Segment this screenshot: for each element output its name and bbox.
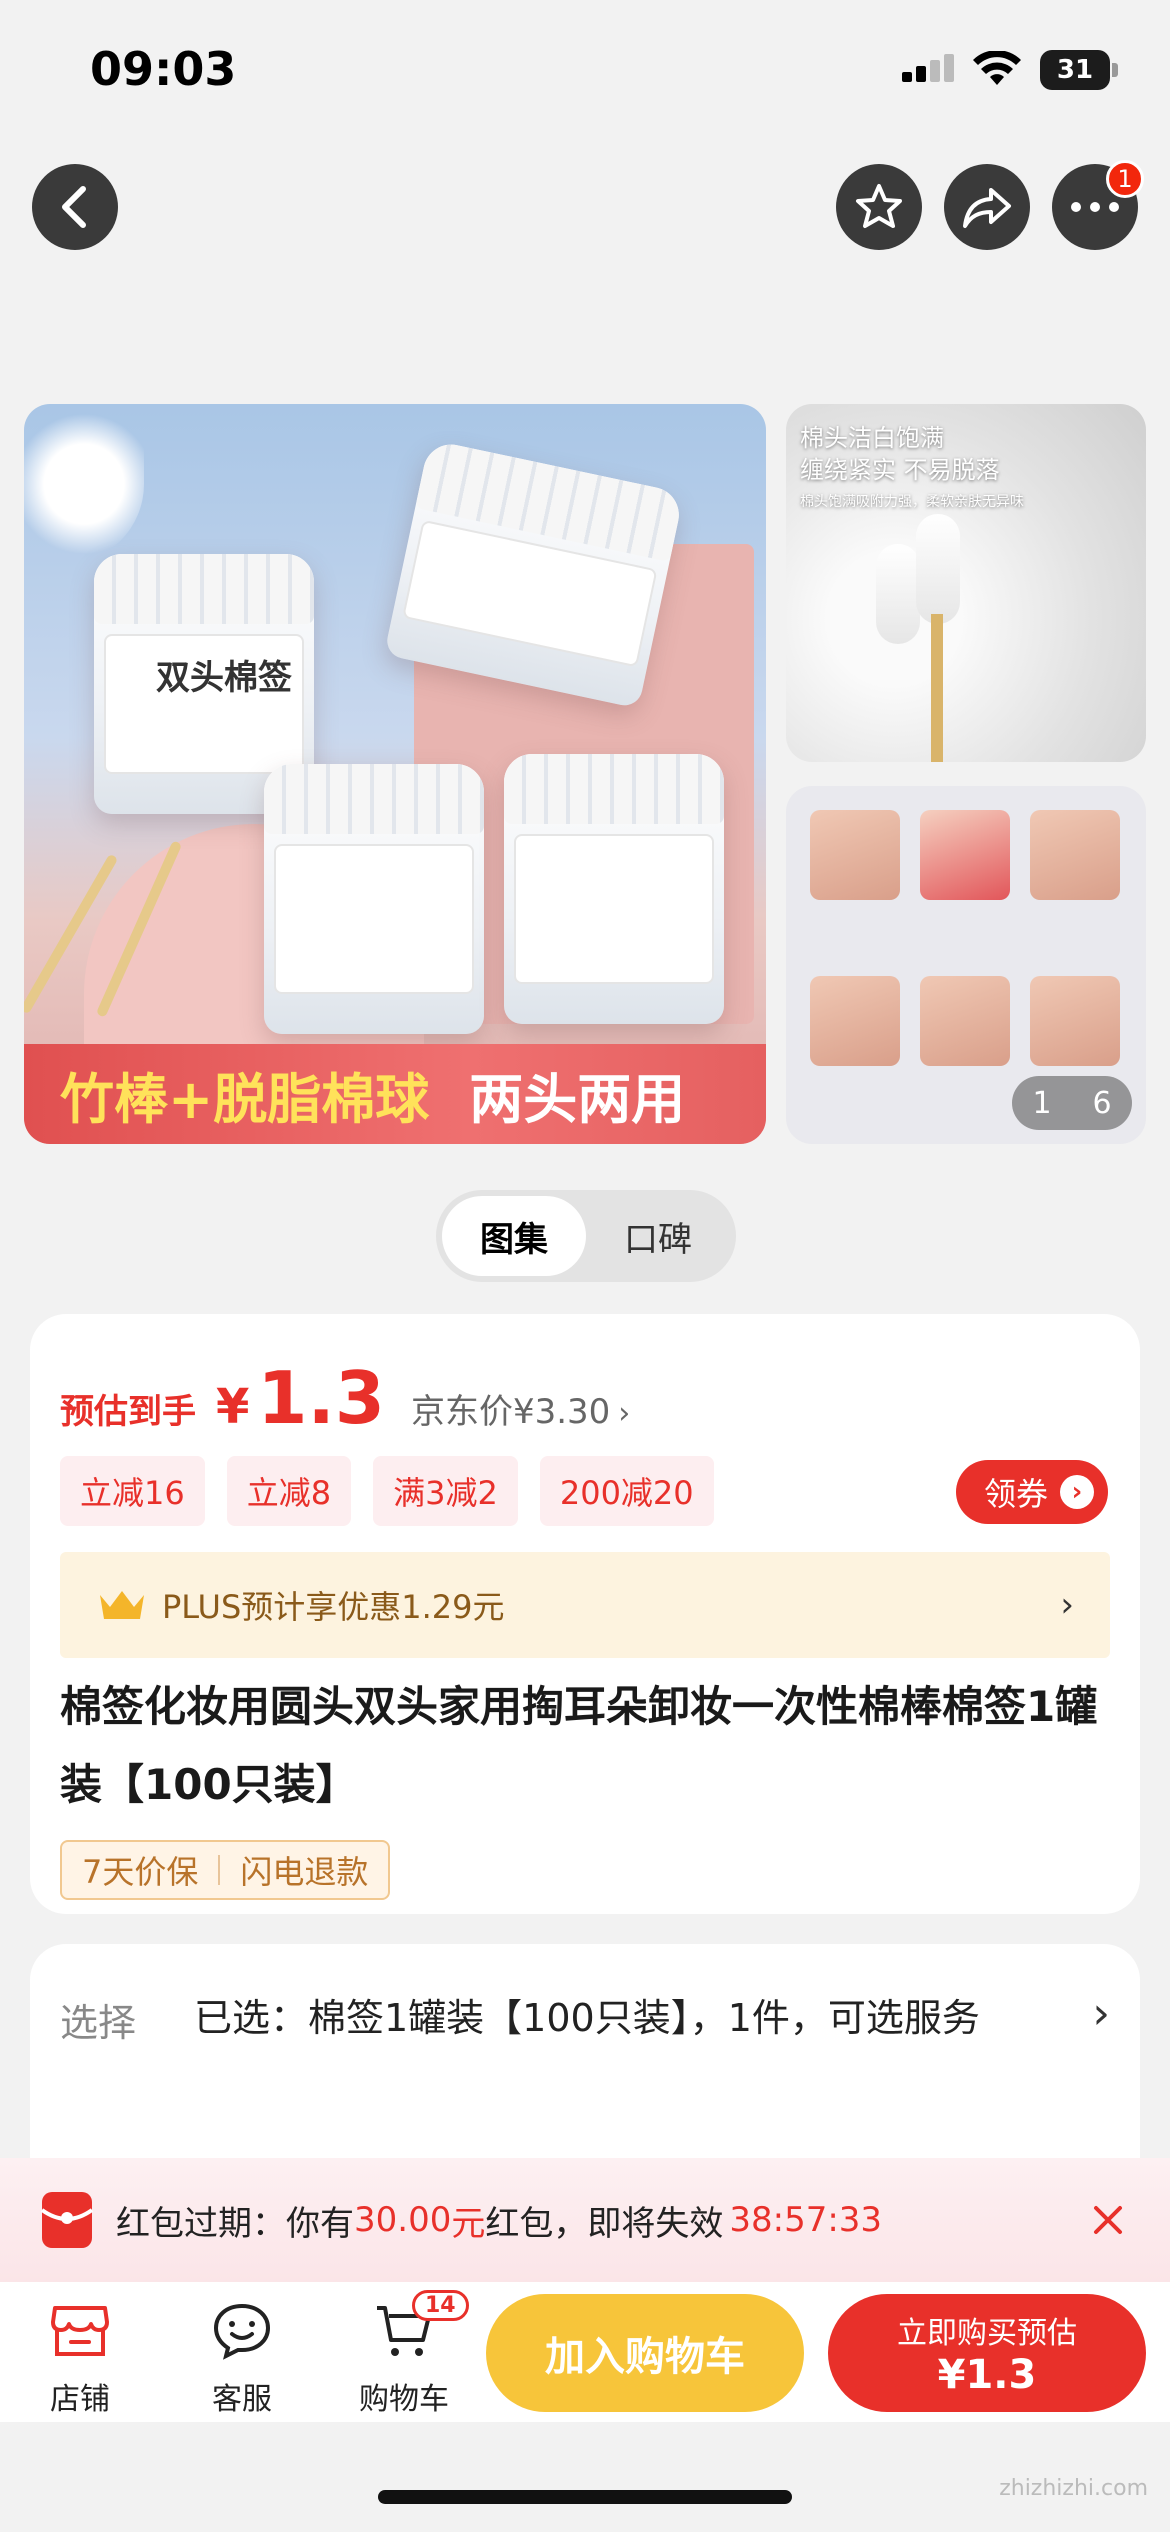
select-label: 选择 [60,2001,137,2045]
product-jar [264,764,484,1034]
jd-price[interactable]: 京东价¥3.30 [411,1384,610,1433]
red-packet-countdown: 38:57:33 [729,2200,883,2240]
chevron-right-icon: › [1060,1585,1074,1625]
red-packet-middle: 红包，即将失效 [485,2203,724,2244]
cloud-decor [24,404,144,564]
thumb-text-line-3: 棉头饱满吸附力强，柔软亲肤无异味 [800,494,1024,510]
add-to-cart-button[interactable]: 加入购物车 [486,2294,804,2412]
chevron-left-icon [62,186,86,228]
wifi-icon [973,51,1021,85]
back-button[interactable] [32,164,118,250]
banner-text-b: 两头两用 [469,1067,686,1131]
buy-now-label: 立即购买预估 [897,2316,1077,2351]
coupon-tag[interactable]: 200减20 [539,1456,714,1526]
favorite-button[interactable] [836,164,922,250]
product-jar [504,754,724,1024]
status-time: 09:03 [90,42,237,96]
battery-nub [1112,63,1118,77]
coupon-tag[interactable]: 立减16 [60,1456,205,1526]
service-label: 客服 [212,2382,272,2417]
chevron-circle-icon: › [1060,1475,1094,1509]
buy-now-button[interactable]: 立即购买预估 ¥1.3 [828,2294,1146,2412]
shop-label: 店铺 [50,2382,110,2417]
shop-icon [51,2306,109,2356]
share-icon [963,188,1011,228]
thumb-text-line-2: 缠绕紧实 不易脱落 [800,456,1000,484]
est-price-value: 1.3 [257,1356,385,1440]
home-indicator [378,2490,792,2504]
product-thumb-1[interactable]: 棉头洁白饱满 缠绕紧实 不易脱落 棉头饱满吸附力强，柔软亲肤无异味 [786,404,1146,762]
get-coupon-label: 领券 [983,1475,1048,1513]
tab-gallery[interactable]: 图集 [442,1196,586,1276]
share-button[interactable] [944,164,1030,250]
usage-photo [920,976,1010,1066]
signal-icon [902,54,954,82]
main-image-banner: 竹棒+脱脂棉球 两头两用 [24,1044,766,1144]
plus-text: PLUS预计享优惠1.29元 [162,1588,505,1626]
price-row: 预估到手 ¥ 1.3 京东价¥3.30 › [60,1356,630,1440]
status-icons: 31 [902,50,1118,90]
swab-head [876,544,920,644]
more-badge: 1 [1106,160,1144,198]
select-value: 已选：棉签1罐装【100只装】，1件，可选服务 [194,1996,980,2040]
service-tags[interactable]: 7天价保 闪电退款 [60,1840,391,1900]
media-segmented-control: 图集 口碑 [436,1190,736,1282]
price-card: 预估到手 ¥ 1.3 京东价¥3.30 › 立减16 立减8 满3减2 200减… [30,1314,1140,1914]
chevron-right-icon: › [1092,1988,1110,2039]
star-icon [856,184,902,228]
coupon-tag[interactable]: 满3减2 [373,1456,518,1526]
plus-discount-bar[interactable]: PLUS预计享优惠1.29元 › [60,1552,1110,1658]
cart-button[interactable]: 购物车 14 [334,2290,474,2418]
more-dots-icon [1071,202,1119,212]
gallery-counter: 1 6 [1012,1076,1132,1130]
jar-name-label: 双头棉签 [156,658,292,698]
product-thumb-2[interactable]: 1 6 [786,786,1146,1144]
close-icon[interactable] [1092,2204,1124,2236]
product-main-image[interactable]: 双头棉签 竹棒+脱脂棉球 两头两用 [24,404,766,1144]
watermark: zhizhizhi.com [999,2476,1148,2501]
red-packet-prefix: 红包过期：你有 [116,2203,354,2244]
currency-symbol: ¥ [216,1379,250,1435]
red-packet-icon [40,2192,94,2248]
cart-count-badge: 14 [412,2290,469,2321]
counter-total: 6 [1092,1085,1112,1121]
shop-button[interactable]: 店铺 [10,2302,150,2418]
service-tag: 7天价保 [82,1853,199,1891]
tab-reviews[interactable]: 口碑 [586,1196,730,1276]
service-tag: 闪电退款 [240,1853,369,1891]
buy-now-price: ¥1.3 [937,2352,1037,2398]
usage-photo [1030,976,1120,1066]
cart-label: 购物车 [359,2382,449,2417]
crown-icon [100,1591,144,1619]
coupon-tag[interactable]: 立减8 [226,1456,352,1526]
swab-head [916,514,960,624]
counter-current: 1 [1032,1085,1052,1121]
usage-photo [810,810,900,900]
red-packet-amount: 30.00 [354,2200,452,2240]
usage-photo [920,810,1010,900]
get-coupon-button[interactable]: 领券 › [955,1460,1108,1524]
service-button[interactable]: 客服 [172,2302,312,2418]
chevron-right-icon: › [618,1396,631,1431]
product-title: 棉签化妆用圆头双头家用掏耳朵卸妆一次性棉棒棉签1罐装【100只装】 [60,1682,1098,1809]
swab-stick [931,614,943,762]
chat-icon [213,2303,271,2360]
thumb-text: 棉头洁白饱满 缠绕紧实 不易脱落 棉头饱满吸附力强，柔软亲肤无异味 [800,422,1024,518]
usage-photo [810,976,900,1066]
battery-icon: 31 [1040,50,1110,90]
usage-photo [1030,810,1120,900]
banner-text-a: 竹棒+脱脂棉球 [60,1067,430,1131]
coupon-list: 立减16 立减8 满3减2 200减20 [60,1456,714,1526]
est-price-label: 预估到手 [60,1392,196,1432]
red-packet-reminder[interactable]: 红包过期：你有 30.00 元 红包，即将失效 38:57:33 [0,2158,1170,2282]
thumb-text-line-1: 棉头洁白饱满 [800,424,944,452]
red-packet-unit: 元 [451,2203,486,2244]
